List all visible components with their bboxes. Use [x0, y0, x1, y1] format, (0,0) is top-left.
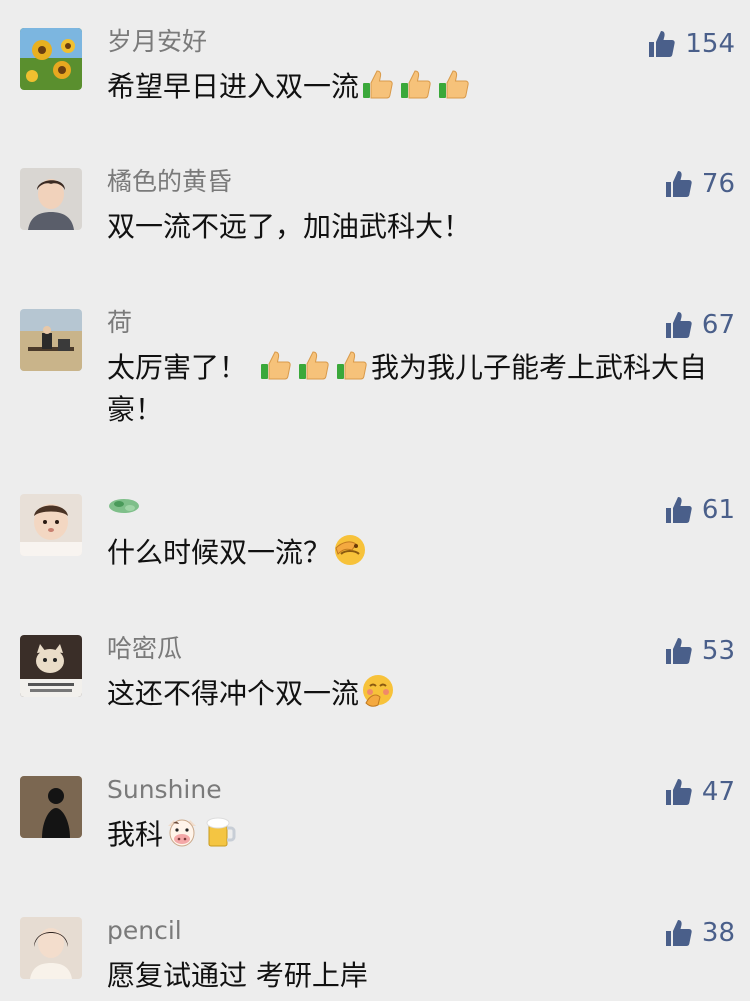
username[interactable]: Sunshine: [107, 774, 222, 806]
comment-text: 什么时候双一流？: [107, 532, 727, 574]
nickname-image-icon: [107, 493, 141, 525]
thumbs-up-emoji-icon: [296, 347, 332, 383]
like-count: 154: [685, 29, 735, 59]
comment-text: 双一流不远了，加油武科大！: [107, 210, 472, 243]
thumbs-up-icon: [664, 777, 694, 807]
avatar[interactable]: [20, 28, 82, 90]
giggle-emoji-icon: [360, 673, 396, 709]
thumbs-up-icon: [664, 918, 694, 948]
username[interactable]: 橘色的黄昏: [107, 166, 232, 198]
comment-feed: 岁月安好 154 希望早日进入双一流 橘色的黄昏 76 双一流不远了，加油武科大…: [0, 0, 750, 1001]
like-button[interactable]: 67: [664, 307, 735, 343]
thumbs-up-emoji-icon: [258, 347, 294, 383]
avatar[interactable]: [20, 635, 82, 697]
like-count: 67: [701, 310, 735, 340]
thumbs-up-icon: [664, 495, 694, 525]
username[interactable]: [107, 492, 141, 525]
username[interactable]: 荷: [107, 307, 132, 339]
thumbs-up-emoji-icon: [360, 66, 396, 102]
username[interactable]: pencil: [107, 915, 182, 947]
facepalm-emoji-icon: [332, 532, 368, 568]
cow-emoji-icon: [164, 814, 200, 850]
thumbs-up-icon: [664, 636, 694, 666]
comment-text: 我科: [107, 814, 727, 856]
avatar[interactable]: [20, 917, 82, 979]
username[interactable]: 岁月安好: [107, 26, 207, 58]
like-count: 53: [701, 636, 735, 666]
like-button[interactable]: 61: [664, 492, 735, 528]
like-button[interactable]: 154: [647, 26, 735, 62]
like-button[interactable]: 53: [664, 633, 735, 669]
avatar[interactable]: [20, 494, 82, 556]
like-button[interactable]: 38: [664, 915, 735, 951]
like-count: 76: [701, 169, 735, 199]
comment-text: 太厉害了！ 我为我儿子能考上武科大自豪！: [107, 347, 727, 431]
avatar[interactable]: [20, 309, 82, 371]
thumbs-up-icon: [647, 29, 677, 59]
thumbs-up-emoji-icon: [334, 347, 370, 383]
comment-text: 希望早日进入双一流: [107, 66, 727, 108]
thumbs-up-icon: [664, 169, 694, 199]
like-count: 47: [701, 777, 735, 807]
like-button[interactable]: 76: [664, 166, 735, 202]
username[interactable]: 哈密瓜: [107, 633, 182, 665]
comment-text: 这还不得冲个双一流: [107, 673, 727, 715]
like-count: 38: [701, 918, 735, 948]
avatar[interactable]: [20, 168, 82, 230]
thumbs-up-icon: [664, 310, 694, 340]
like-count: 61: [701, 495, 735, 525]
thumbs-up-emoji-icon: [436, 66, 472, 102]
thumbs-up-emoji-icon: [398, 66, 434, 102]
beer-mug-emoji-icon: [202, 814, 238, 850]
like-button[interactable]: 47: [664, 774, 735, 810]
avatar[interactable]: [20, 776, 82, 838]
comment-text: 愿复试通过 考研上岸: [107, 959, 368, 992]
